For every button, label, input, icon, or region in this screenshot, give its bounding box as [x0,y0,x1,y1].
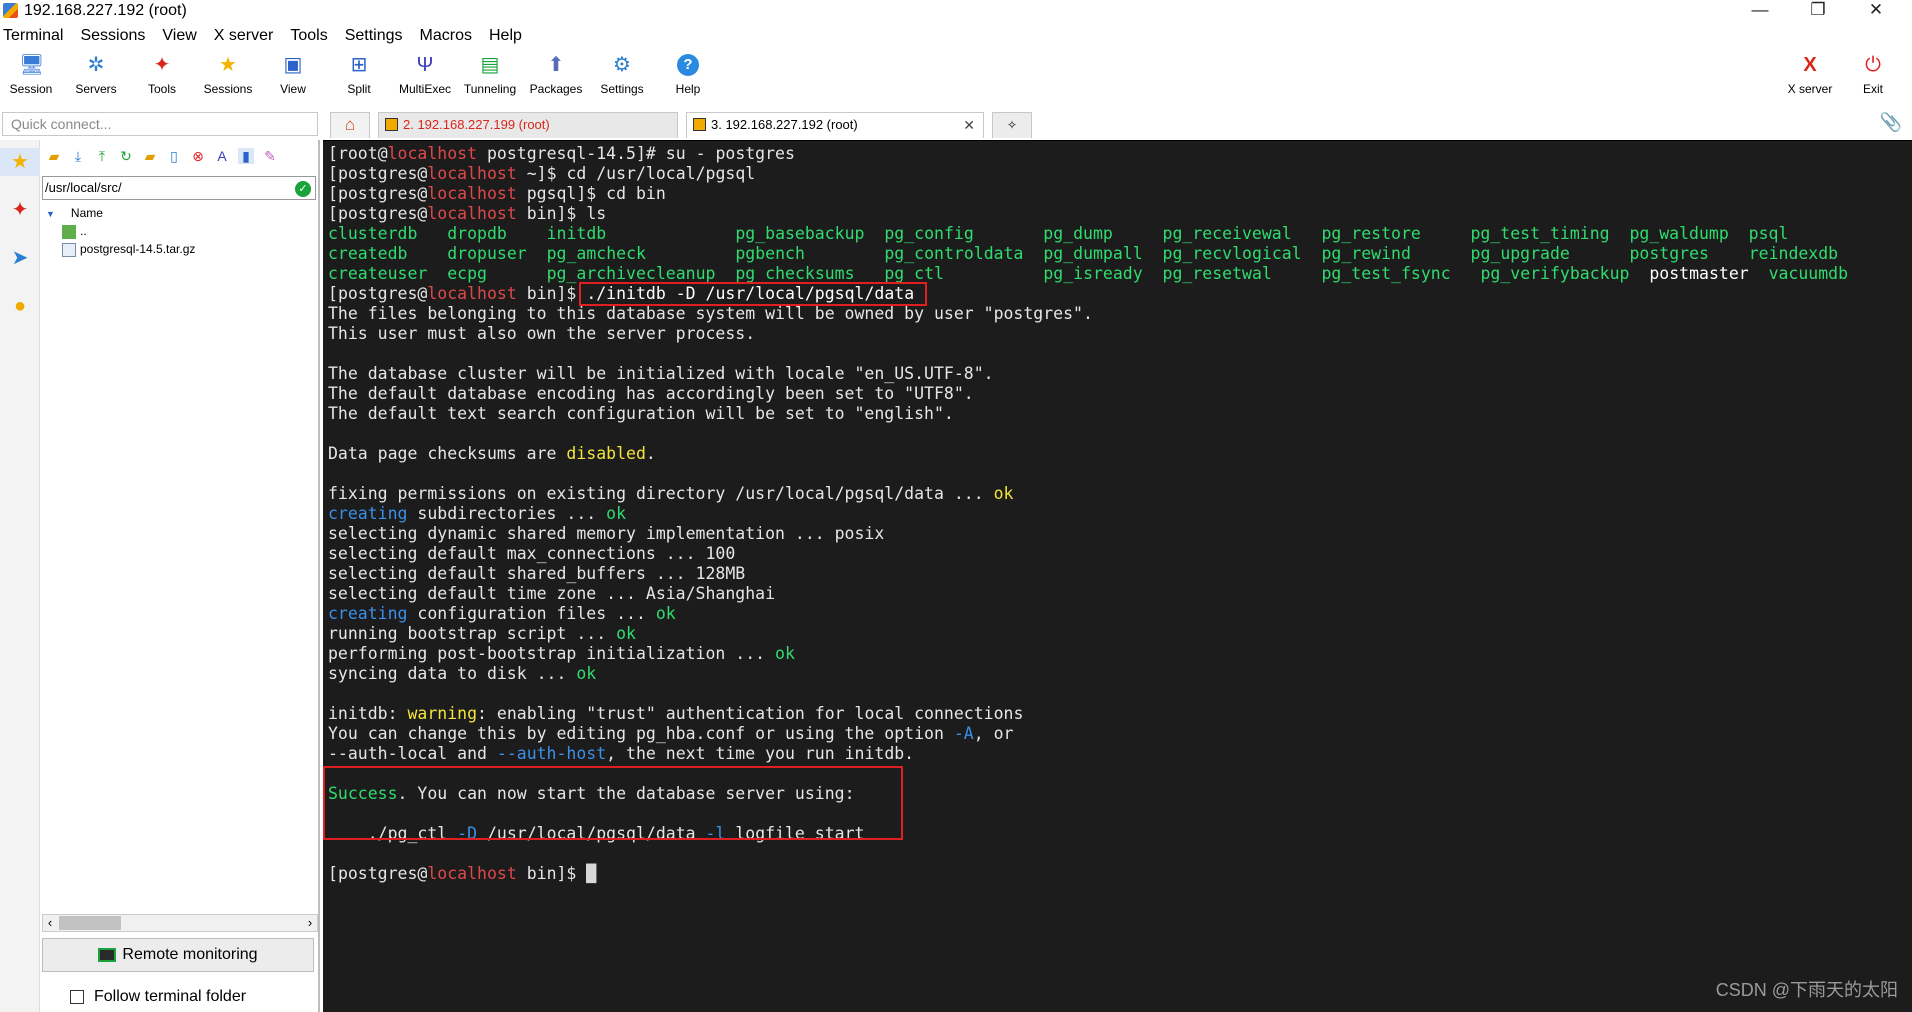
x-server-button[interactable]: XX server [1779,52,1841,104]
view-button[interactable]: ▣ View [262,52,324,104]
home-icon: ⌂ [344,115,356,134]
close-tab-icon[interactable]: ✕ [963,113,975,137]
rename-icon[interactable]: A [214,148,230,164]
settings-icon: ⚙ [613,54,631,76]
terminal-cursor: █ [586,864,597,883]
packages-icon: ⬆ [547,54,565,76]
new-folder-icon[interactable]: ▰ [142,148,158,164]
file-icon [62,242,76,257]
menu-x-server[interactable]: X server [211,24,282,45]
parent-folder-icon [62,224,76,239]
tools-button[interactable]: ✦ Tools [131,52,193,104]
menu-terminal[interactable]: Terminal [0,24,71,45]
tunneling-icon: ▤ [480,54,500,76]
highlight-success-message [323,766,903,840]
view-icon: ▣ [283,54,303,76]
servers-icon: ✲ [87,54,105,76]
file-row-postgresql[interactable]: postgresql-14.5.tar.gz [62,242,195,257]
close-button[interactable]: ✕ [1848,0,1904,22]
refresh-icon[interactable]: ↻ [118,148,134,164]
path-ok-icon[interactable]: ✓ [295,181,311,197]
home-folder-icon[interactable]: ▰ [46,148,62,164]
exit-button[interactable]: ⏻ Exit [1842,52,1904,104]
menu-macros[interactable]: Macros [417,24,480,45]
maximize-button[interactable]: ❐ [1790,0,1846,22]
tab-session-2[interactable]: 2. 192.168.227.199 (root) [378,112,678,138]
session-button[interactable]: 🖥 Session [0,52,62,104]
sessions-button[interactable]: ★ Sessions [197,52,259,104]
sessions-star-icon: ★ [219,54,237,76]
menu-view[interactable]: View [159,24,204,45]
main-toolbar: 🖥 Session ✲ Servers ✦ Tools ★ Sessions ▣ View… [0,48,1912,104]
file-row-parent[interactable]: .. [62,224,87,239]
packages-button[interactable]: ⬆ Packages [525,52,587,104]
terminal-tab-icon [693,118,706,131]
menu-sessions[interactable]: Sessions [77,24,153,45]
exit-power-icon: ⏻ [1865,54,1881,76]
help-button[interactable]: ? Help [657,52,719,104]
permissions-icon[interactable]: ✎ [262,148,278,164]
csdn-watermark: CSDN @下雨天的太阳 [1715,980,1898,1000]
left-sidebar-strip: ★ ✦ ➤ ● [0,140,40,1012]
multiexec-icon: Ψ [416,54,434,76]
minimize-button[interactable]: — [1732,0,1788,22]
follow-terminal-folder-checkbox[interactable]: Follow terminal folder [70,988,246,1006]
sftp-path-input[interactable]: /usr/local/src/ ✓ [42,176,316,200]
new-file-icon[interactable]: ▯ [166,148,182,164]
attachment-icon[interactable]: 📎 [1880,112,1902,133]
tab-home[interactable]: ⌂ [330,112,370,138]
session-icon: 🖥 [19,54,45,76]
scroll-right-icon[interactable]: › [303,915,317,931]
title-bar: 192.168.227.192 (root) — ❐ ✕ [0,0,1912,22]
settings-button[interactable]: ⚙ Settings [591,52,653,104]
tab-session-3[interactable]: 3. 192.168.227.192 (root) ✕ [686,112,984,138]
scroll-left-icon[interactable]: ‹ [43,915,57,931]
collapse-arrow-icon: ▼ [46,209,55,219]
sftp-panel: ▰ ⤓ ⤒ ↻ ▰ ▯ ⊗ A ▮ ✎ /usr/local/src/ ✓ ▼ N… [40,140,320,1012]
delete-icon[interactable]: ⊗ [190,148,206,164]
remote-monitoring-button[interactable]: Remote monitoring [42,938,314,972]
menu-bar: Terminal Sessions View X server Tools Setting… [0,24,1912,48]
split-button[interactable]: ⊞ Split [328,52,390,104]
tools-icon[interactable]: ✦ [6,196,34,224]
scroll-thumb[interactable] [59,916,121,930]
window-title: 192.168.227.192 (root) [24,2,187,19]
tunneling-button[interactable]: ▤ Tunneling [459,52,521,104]
upload-icon[interactable]: ⤒ [94,148,110,164]
sftp-send-icon[interactable]: ➤ [6,244,34,272]
horizontal-scrollbar[interactable]: ‹ › [42,914,318,932]
menu-settings[interactable]: Settings [342,24,411,45]
multiexec-button[interactable]: Ψ MultiExec [394,52,456,104]
tools-icon: ✦ [153,54,171,76]
hidden-files-icon[interactable]: ▮ [238,148,254,164]
terminal-area[interactable]: [root@localhost postgresql-14.5]# su - p… [323,140,1912,1012]
new-tab-button[interactable]: ✧ [992,112,1032,138]
menu-tools[interactable]: Tools [287,24,335,45]
split-icon: ⊞ [350,54,368,76]
quick-connect-input[interactable]: Quick connect... [2,112,318,136]
file-list-header[interactable]: ▼ Name [46,206,103,220]
session-tabs: ⌂ 2. 192.168.227.199 (root) 3. 192.168.2… [330,112,1912,138]
terminal-tab-icon [385,118,398,131]
sessions-star-icon[interactable]: ★ [0,148,40,176]
sftp-toolbar: ▰ ⤓ ⤒ ↻ ▰ ▯ ⊗ A ▮ ✎ [40,144,320,168]
download-icon[interactable]: ⤓ [70,148,86,164]
checkbox-icon[interactable] [70,989,84,1004]
menu-help[interactable]: Help [486,24,530,45]
servers-button[interactable]: ✲ Servers [65,52,127,104]
monitor-icon [98,947,117,962]
highlight-initdb-command [579,282,927,306]
macros-icon[interactable]: ● [6,292,34,320]
help-icon: ? [677,54,699,76]
new-tab-icon: ✧ [1006,118,1018,132]
mobaxterm-app-icon [3,3,18,18]
xserver-icon: X [1803,54,1817,76]
